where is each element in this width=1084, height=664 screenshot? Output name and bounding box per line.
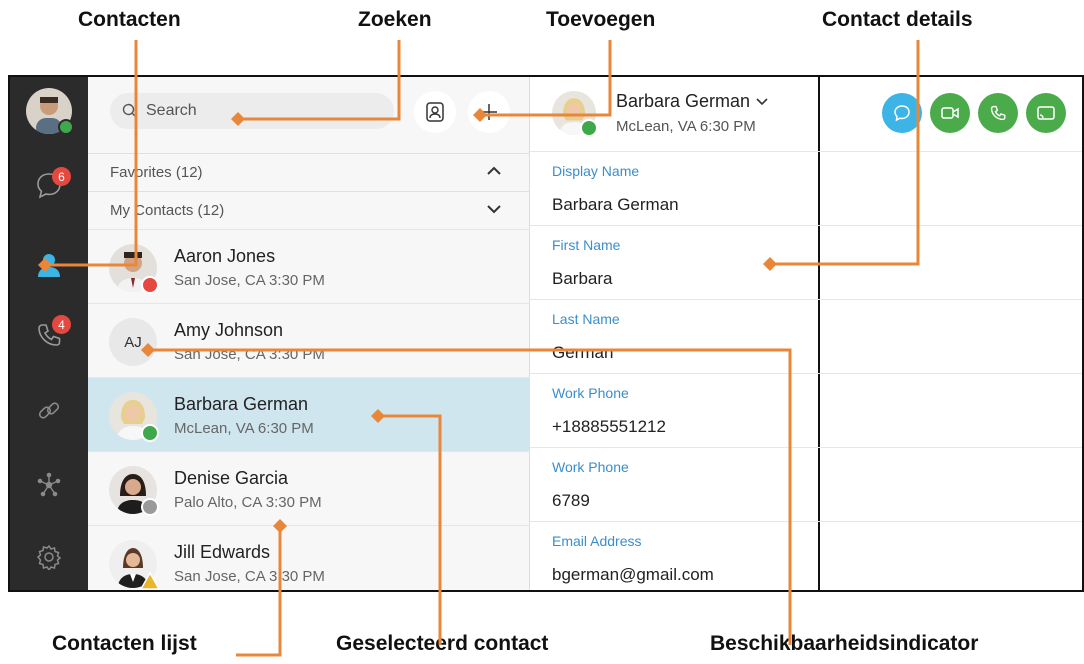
callout-leader-lines — [38, 40, 920, 657]
